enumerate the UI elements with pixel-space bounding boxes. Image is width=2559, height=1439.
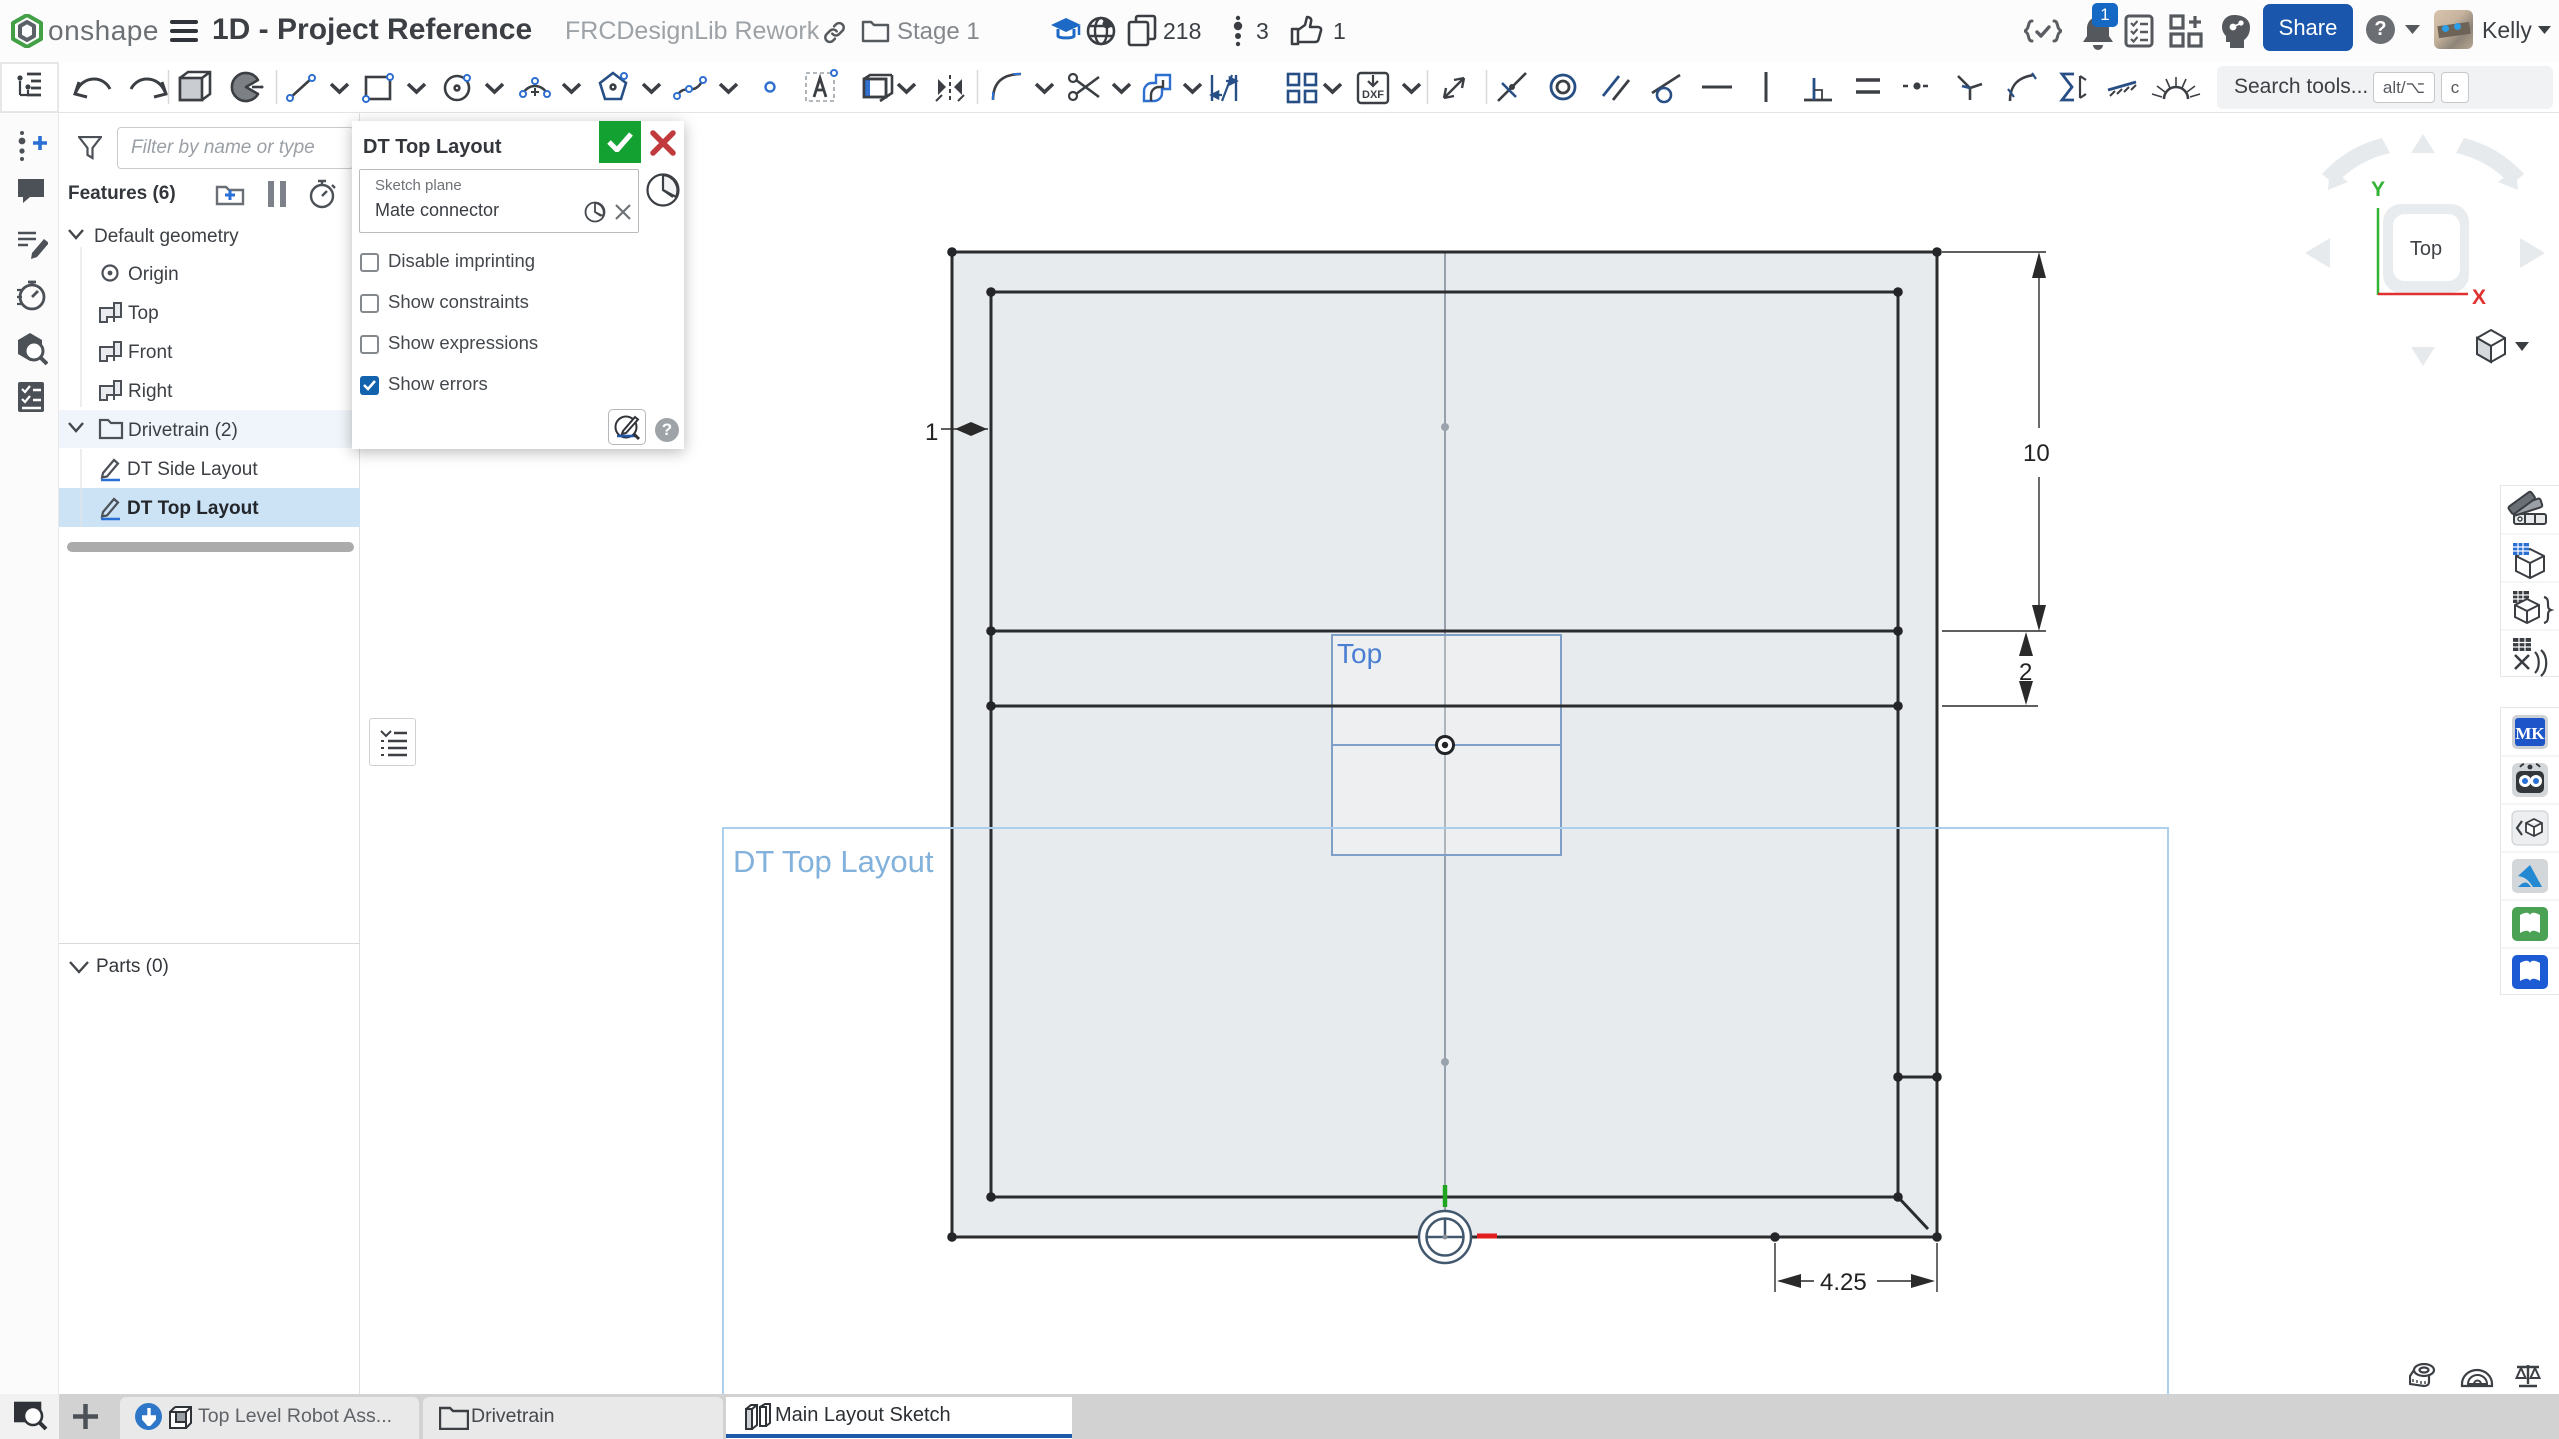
svg-text:Drivetrain (2): Drivetrain (2): [128, 420, 238, 441]
svg-text:10: 10: [2023, 440, 2050, 467]
svg-text:Y: Y: [2371, 178, 2385, 201]
svg-text:Default geometry: Default geometry: [94, 226, 239, 247]
svg-text:DT Top Layout: DT Top Layout: [127, 498, 259, 519]
svg-text:Right: Right: [128, 381, 173, 402]
svg-text:4.25: 4.25: [1820, 1269, 1867, 1296]
svg-text:Top: Top: [1337, 638, 1382, 669]
svg-text:MK: MK: [2515, 724, 2545, 743]
svg-text:X: X: [2472, 286, 2486, 309]
svg-text:Top: Top: [2410, 238, 2442, 260]
svg-text:Top: Top: [128, 303, 159, 324]
svg-text:Front: Front: [128, 342, 173, 363]
svg-text:Origin: Origin: [128, 264, 179, 285]
svg-text:DT Side Layout: DT Side Layout: [127, 459, 258, 480]
svg-text:DT Top Layout: DT Top Layout: [733, 844, 934, 879]
svg-text:1: 1: [925, 419, 938, 446]
svg-text:2: 2: [2019, 659, 2032, 686]
